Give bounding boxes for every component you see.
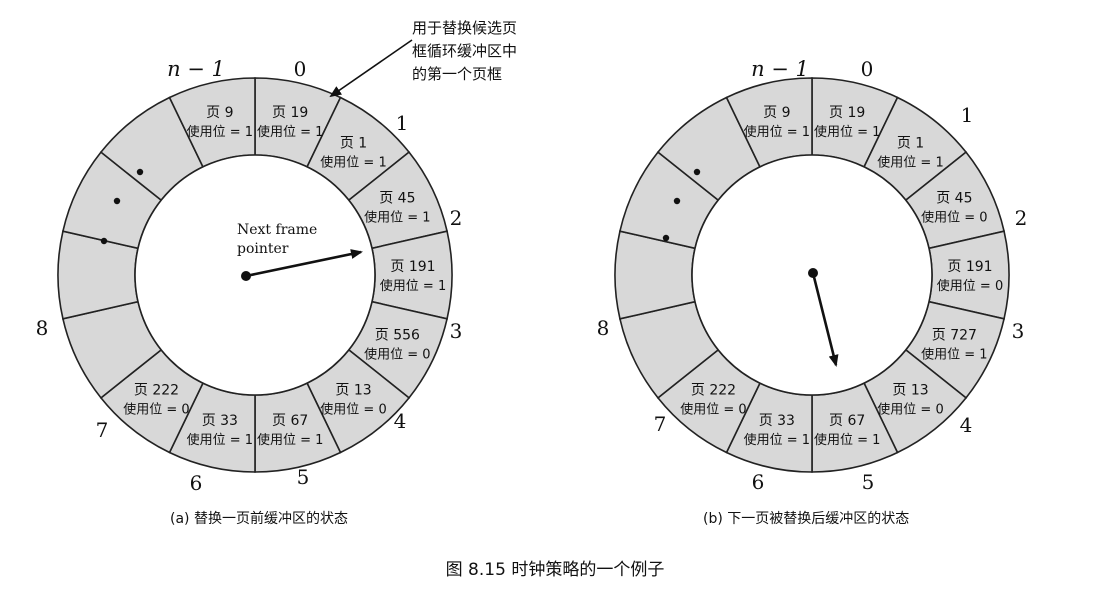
frame-use-bit-label: 使用位 = 1	[744, 124, 810, 140]
frame-use-bit-label: 使用位 = 1	[364, 209, 430, 225]
annotation-arrow	[329, 39, 413, 98]
frame-page-label: 页 556	[375, 328, 420, 344]
position-label-2: 2	[1015, 206, 1028, 230]
clock-policy-figure: 页 19 使用位 = 1页 1 使用位 = 1页 45 使用位 = 1页 191 使用位…	[0, 0, 1110, 592]
position-label-5: 5	[862, 470, 875, 494]
position-label-3: 3	[450, 319, 463, 343]
frame-use-bit-label: 使用位 = 0	[921, 209, 987, 225]
frame-page-label: 页 13	[335, 383, 371, 399]
position-label-0: 0	[861, 57, 874, 81]
position-label-8: 8	[36, 316, 49, 340]
ellipsis-dot	[662, 234, 670, 242]
frame-use-bit-label: 使用位 = 1	[814, 124, 880, 140]
frame-use-bit-label: 使用位 = 1	[380, 278, 446, 294]
position-label-8: 8	[597, 316, 610, 340]
frame-page-label: 页 191	[947, 259, 992, 275]
ellipsis-dot	[100, 237, 108, 245]
panel-b-caption: (b) 下一页被替换后缓冲区的状态	[703, 510, 909, 527]
frame-page-label: 页 33	[202, 413, 238, 429]
ellipsis-dot	[693, 168, 701, 176]
position-label-6: 6	[752, 470, 765, 494]
frame-page-label: 页 67	[829, 413, 865, 429]
frame-use-bit-label: 使用位 = 0	[877, 402, 943, 418]
frame-page-label: 页 9	[206, 105, 233, 121]
frame-use-bit-label: 使用位 = 0	[123, 402, 189, 418]
ellipsis-dot	[113, 197, 121, 205]
frame-page-label: 页 727	[932, 328, 977, 344]
position-label-1: 1	[396, 111, 409, 135]
frame-page-label: 页 33	[759, 413, 795, 429]
frame-page-label: 页 191	[390, 259, 435, 275]
frame-use-bit-label: 使用位 = 1	[921, 347, 987, 363]
pointer-label-line1: Next frame	[237, 222, 317, 238]
frame-page-label: 页 45	[936, 190, 972, 206]
panel-a-clock: 页 19 使用位 = 1 页 1 使用位 = 1 页 45 使用位 = 1 页 191 使用位…	[36, 19, 517, 527]
frame-use-bit-label: 使用位 = 1	[187, 124, 253, 140]
panel-a-caption: (a) 替换一页前缓冲区的状态	[170, 510, 348, 527]
annotation-line1: 用于替换候选页	[412, 19, 517, 37]
frame-use-bit-label: 使用位 = 1	[257, 432, 323, 448]
position-label-5: 5	[297, 465, 310, 489]
annotation-line3: 的第一个页框	[412, 65, 502, 83]
ellipsis-dot	[136, 168, 144, 176]
annotation-line2: 框循环缓冲区中	[412, 42, 517, 60]
position-label-0: 0	[294, 57, 307, 81]
frame-page-label: 页 13	[892, 383, 928, 399]
frame-use-bit-label: 使用位 = 0	[320, 402, 386, 418]
frame-use-bit-label: 使用位 = 0	[680, 402, 746, 418]
frame-use-bit-label: 使用位 = 1	[187, 432, 253, 448]
frame-use-bit-label: 使用位 = 1	[744, 432, 810, 448]
figure-canvas: 页 19使用位 = 1页 1使用位 = 1页 45使用位 = 1页 191使用位…	[36, 19, 1028, 580]
frame-use-bit-label: 使用位 = 1	[320, 154, 386, 170]
position-label-2: 2	[450, 206, 463, 230]
position-label-4: 4	[960, 413, 973, 437]
panel-b-clock: 页 19 使用位 = 1 页 1 使用位 = 1 页 45 使用位 = 0 页 191 使用位…	[597, 57, 1028, 527]
ellipsis-dot	[673, 197, 681, 205]
position-label-7: 7	[96, 418, 109, 442]
position-label-7: 7	[654, 412, 667, 436]
frame-use-bit-label: 使用位 = 1	[814, 432, 880, 448]
position-label-4: 4	[394, 409, 407, 433]
frame-page-label: 页 67	[272, 413, 308, 429]
frame-page-label: 页 222	[134, 383, 179, 399]
frame-page-label: 页 45	[379, 190, 415, 206]
position-label-1: 1	[961, 103, 974, 127]
frame-use-bit-label: 使用位 = 1	[257, 124, 323, 140]
pointer-label-line2: pointer	[237, 241, 289, 257]
position-label-last: n − 1	[751, 57, 809, 81]
frame-page-label: 页 1	[897, 135, 924, 151]
frame-page-label: 页 19	[272, 105, 308, 121]
frame-use-bit-label: 使用位 = 1	[877, 154, 943, 170]
position-label-3: 3	[1012, 319, 1025, 343]
frame-page-label: 页 9	[763, 105, 790, 121]
frame-page-label: 页 222	[691, 383, 736, 399]
position-label-6: 6	[190, 471, 203, 495]
frame-use-bit-label: 使用位 = 0	[937, 278, 1003, 294]
frame-use-bit-label: 使用位 = 0	[364, 347, 430, 363]
figure-caption: 图 8.15 时钟策略的一个例子	[446, 560, 665, 580]
frame-page-label: 页 1	[340, 135, 367, 151]
position-label-last: n − 1	[167, 57, 225, 81]
frame-page-label: 页 19	[829, 105, 865, 121]
